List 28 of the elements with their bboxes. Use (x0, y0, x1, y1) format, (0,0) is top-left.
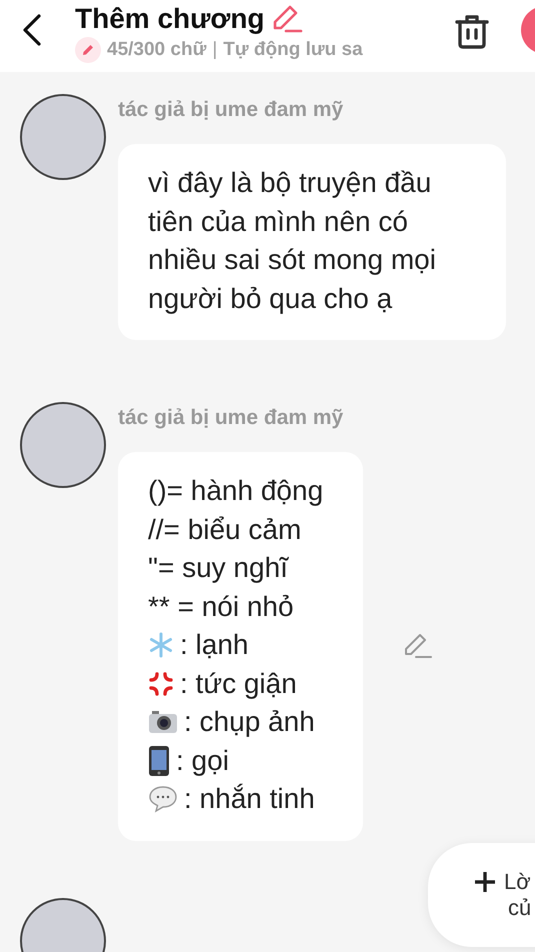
snowflake-icon (148, 632, 174, 658)
anger-icon (148, 670, 174, 697)
camera-icon (148, 710, 178, 734)
chapter-title: Thêm chương (75, 3, 265, 35)
message-text: //= biểu cảm (148, 512, 302, 546)
message-text: : lạnh (180, 628, 248, 662)
author-name: tác giả bị ume đam mỹ (118, 406, 344, 430)
message-text: ()= hành động (148, 474, 324, 508)
separator: | (212, 39, 218, 61)
message-text: vì đây là bộ truyện đầu tiên của mình nên có nhiều sai sót mong mọi người bỏ qua cho ạ (148, 166, 437, 316)
phone-icon (148, 744, 170, 777)
autosave-status: Tự động lưu sa (223, 39, 363, 61)
message-text: : tức giận (180, 666, 297, 701)
back-icon[interactable] (22, 13, 42, 47)
message-text: : chụp ảnh (184, 705, 315, 739)
message-text: "= suy nghĩ (148, 551, 290, 585)
pencil-icon[interactable] (270, 4, 303, 34)
message-text: ** = nói nhỏ (148, 590, 295, 624)
edit-icon[interactable] (403, 632, 434, 660)
speech-bubble-icon (148, 785, 178, 814)
message-text: : nhắn tinh (184, 782, 315, 816)
message-text: : gọi (176, 744, 229, 778)
pencil-icon (75, 37, 101, 63)
trash-icon[interactable] (455, 13, 489, 49)
author-name: tác giả bị ume đam mỹ (118, 98, 344, 122)
add-button[interactable]: Lờ củ (428, 843, 535, 947)
plus-icon (474, 871, 496, 893)
word-count: 45/300 chữ (107, 39, 206, 61)
